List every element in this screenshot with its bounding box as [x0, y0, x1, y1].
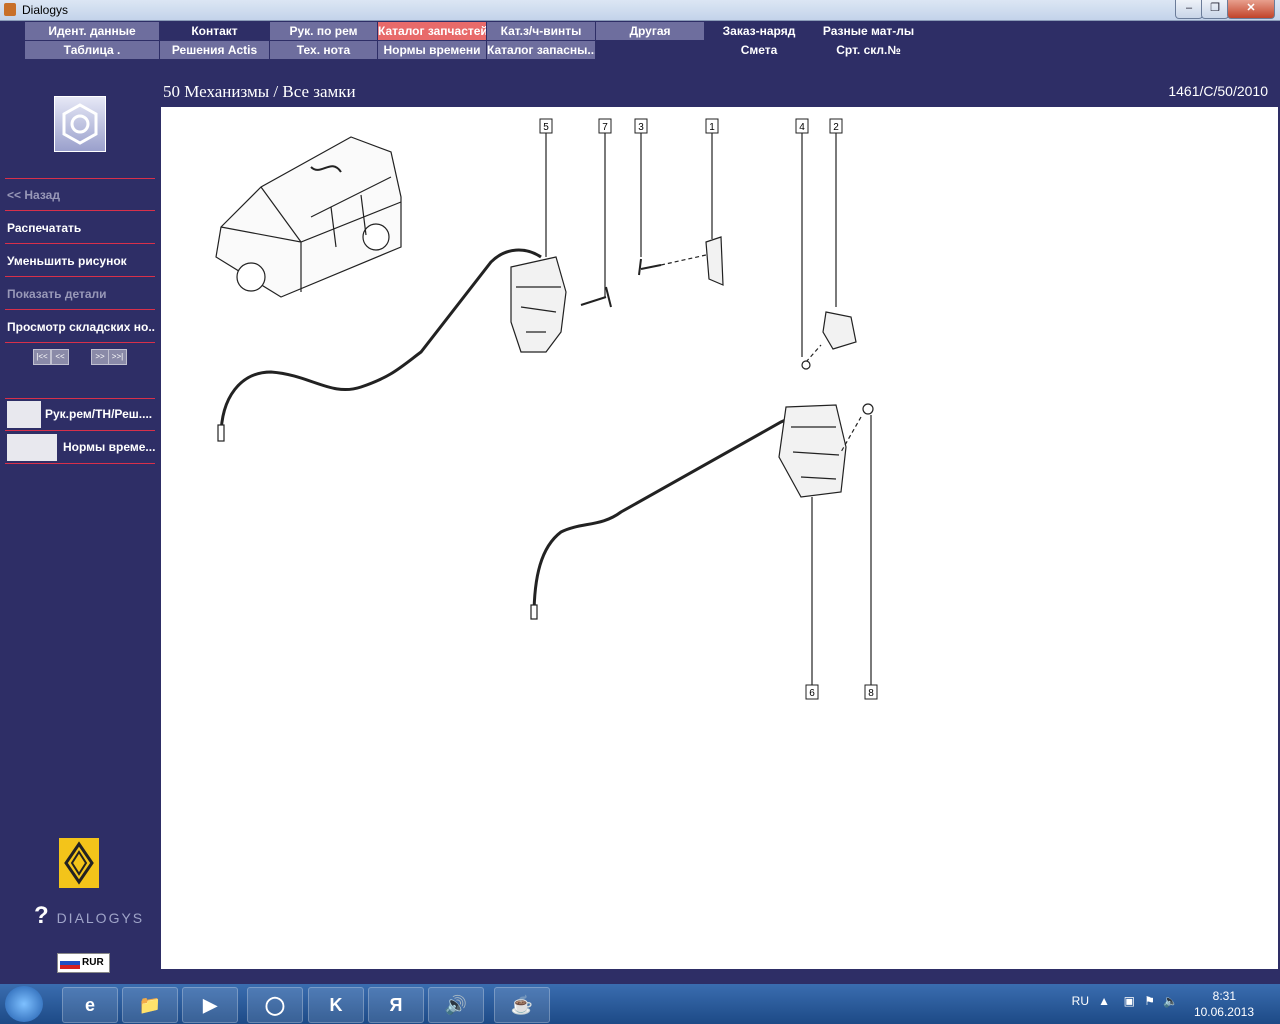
dialogys-logo: ? DIALOGYS — [34, 902, 144, 930]
wrench-thumbnail-icon — [7, 401, 41, 428]
callout-6[interactable]: 6 — [809, 688, 815, 699]
menu-other[interactable]: Другая — [596, 22, 704, 40]
file-explorer-icon[interactable]: 📁 — [122, 987, 178, 1023]
chrome-icon[interactable]: ◯ — [247, 987, 303, 1023]
menu-tech-note[interactable]: Тех. нота — [270, 41, 377, 59]
currency-label: RUR — [82, 957, 104, 968]
internet-explorer-icon[interactable]: e — [62, 987, 118, 1023]
menu-ident-data[interactable]: Идент. данные — [25, 22, 159, 40]
clock-date[interactable]: 10.06.2013 — [1194, 1005, 1254, 1019]
pager-next-button[interactable]: >> — [91, 349, 109, 365]
callout-3[interactable]: 3 — [638, 122, 644, 133]
action-center-flag-icon[interactable]: ⚑ — [1144, 994, 1155, 1008]
callout-4[interactable]: 4 — [799, 122, 805, 133]
callout-2[interactable]: 2 — [833, 122, 839, 133]
yandex-browser-icon[interactable]: Я — [368, 987, 424, 1023]
language-indicator[interactable]: RU — [1072, 994, 1089, 1008]
callout-7[interactable]: 7 — [602, 122, 608, 133]
stock-view-link[interactable]: Просмотр складских но... — [5, 311, 155, 343]
menu-estimate[interactable]: Смета — [705, 41, 813, 59]
callout-8[interactable]: 8 — [868, 688, 874, 699]
parts-diagram[interactable]: 5 7 3 1 4 2 6 8 — [161, 107, 1278, 969]
question-mark-icon: ? — [34, 902, 51, 929]
menu-contact[interactable]: Контакт — [160, 22, 269, 40]
show-details-link[interactable]: Показать детали — [5, 278, 155, 310]
windows-taskbar: e 📁 ▶ ◯ K Я 🔊 ☕ RU ▲ ▣ ⚑ 🔈 8:31 10.06.20… — [0, 984, 1280, 1024]
currency-selector[interactable]: RUR — [57, 953, 110, 973]
volume-icon[interactable]: 🔈 — [1163, 994, 1178, 1008]
renault-logo-icon — [59, 838, 99, 888]
doc-link-repair[interactable]: Рук.рем/ТН/Реш.... — [5, 399, 155, 431]
window-title: Dialogys — [22, 3, 69, 17]
breadcrumb: 50 Механизмы / Все замки — [163, 82, 356, 101]
close-button[interactable]: ✕ — [1227, 0, 1275, 19]
hex-nut-logo-icon — [54, 96, 106, 152]
menu-table[interactable]: Таблица . — [25, 41, 159, 59]
doc-link-repair-label: Рук.рем/ТН/Реш.... — [45, 407, 153, 421]
java-app-taskbar-icon[interactable]: ☕ — [494, 987, 550, 1023]
sound-app-icon[interactable]: 🔊 — [428, 987, 484, 1023]
pager-prev-button[interactable]: << — [51, 349, 69, 365]
menu-actis-solutions[interactable]: Решения Actis — [160, 41, 269, 59]
back-link[interactable]: << Назад — [5, 179, 155, 211]
doc-link-labour[interactable]: Нормы време... — [5, 432, 155, 464]
dialogys-logo-text: DIALOGYS — [56, 910, 145, 926]
minimize-button[interactable]: – — [1175, 0, 1203, 19]
window-titlebar: Dialogys – ❐ ✕ — [0, 0, 1280, 21]
menu-repair-manual[interactable]: Рук. по рем — [270, 22, 377, 40]
menu-labour-times[interactable]: Нормы времени — [378, 41, 486, 59]
gauge-thumbnail-icon — [7, 434, 57, 461]
lock-assembly-drawing: 5 7 3 1 4 2 6 8 — [215, 118, 878, 700]
kaspersky-icon[interactable]: K — [308, 987, 364, 1023]
pager-last-button[interactable]: >>| — [108, 349, 127, 365]
menu-spares-catalog[interactable]: Каталог запасны... — [487, 41, 595, 59]
menu-screws-catalog[interactable]: Кат.з/ч-винты — [487, 22, 595, 40]
menu-stock-number[interactable]: Срт. скл.№ — [814, 41, 923, 59]
media-player-icon[interactable]: ▶ — [182, 987, 238, 1023]
network-icon[interactable]: ▣ — [1124, 994, 1135, 1008]
print-link[interactable]: Распечатать — [5, 212, 155, 244]
doc-link-labour-label: Нормы време... — [63, 440, 155, 454]
start-button-icon[interactable] — [5, 986, 43, 1022]
menu-materials[interactable]: Разные мат-лы — [814, 22, 923, 40]
top-menu: Идент. данные Контакт Рук. по рем Катало… — [25, 22, 923, 60]
sidebar: << Назад Распечатать Уменьшить рисунок П… — [0, 62, 160, 984]
maximize-button[interactable]: ❐ — [1201, 0, 1229, 19]
pager-first-button[interactable]: |<< — [33, 349, 51, 365]
menu-work-order[interactable]: Заказ-наряд — [705, 22, 813, 40]
diagram-reference: 1461/C/50/2010 — [1168, 83, 1268, 99]
java-app-icon — [4, 3, 16, 16]
show-hidden-icons-icon[interactable]: ▲ — [1098, 994, 1110, 1008]
zoom-out-link[interactable]: Уменьшить рисунок — [5, 245, 155, 277]
russia-flag-icon — [60, 957, 80, 969]
callout-5[interactable]: 5 — [543, 122, 549, 133]
clock-time[interactable]: 8:31 — [1213, 989, 1236, 1003]
callout-1[interactable]: 1 — [709, 122, 715, 133]
menu-parts-catalog[interactable]: Каталог запчастей — [378, 22, 486, 40]
